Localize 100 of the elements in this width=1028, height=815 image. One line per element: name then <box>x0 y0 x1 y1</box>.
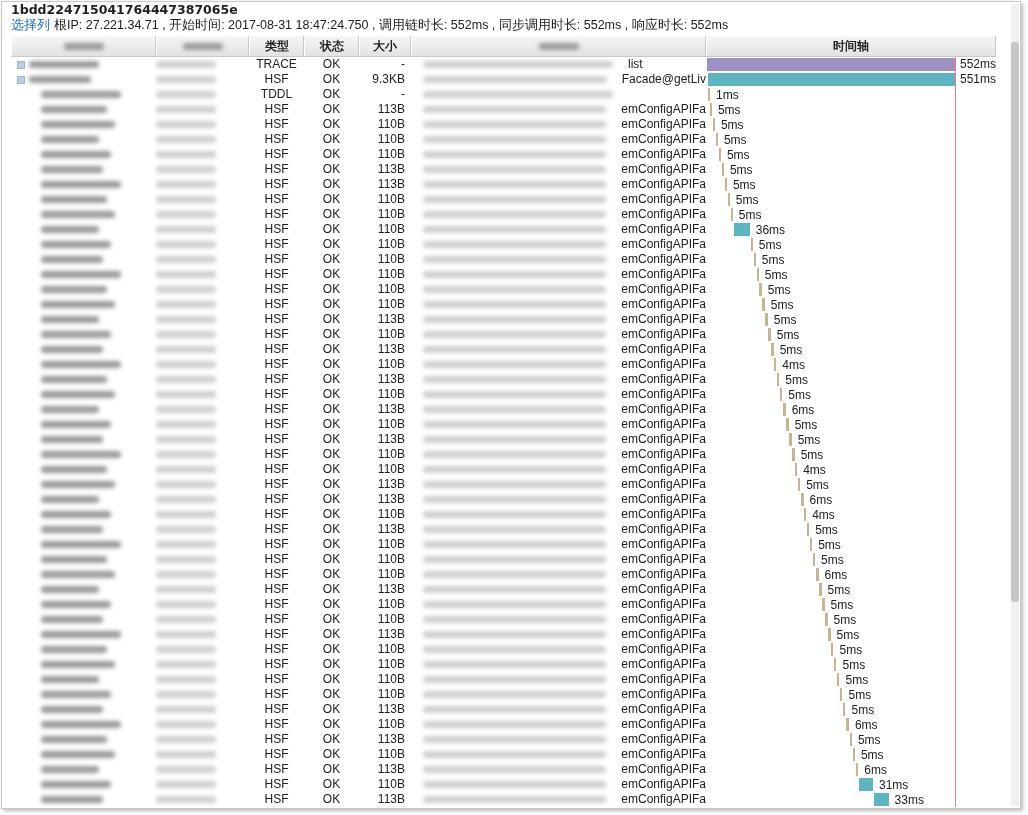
duration-label: 5ms <box>821 553 844 568</box>
blurred-text <box>156 526 216 533</box>
table-cell: 113B <box>377 342 405 357</box>
table-cell: 110B <box>377 552 405 567</box>
column-header[interactable]: 时间轴 <box>706 36 996 56</box>
blurred-text <box>156 601 216 608</box>
table-cell: emConfigAPIFa <box>621 492 706 507</box>
table-cell: emConfigAPIFa <box>621 432 706 447</box>
table-cell: 110B <box>377 657 405 672</box>
blurred-text <box>156 796 216 803</box>
table-cell: OK <box>322 762 341 777</box>
tree-toggle-icon[interactable] <box>17 60 25 69</box>
duration-bar <box>789 433 792 446</box>
table-cell: HSF <box>264 522 289 537</box>
table-cell: HSF <box>264 147 289 162</box>
duration-bar <box>797 478 801 491</box>
table-cell: HSF <box>264 132 289 147</box>
table-cell: OK <box>322 102 341 117</box>
table-cell: emConfigAPIFa <box>621 147 706 162</box>
table-cell: emConfigAPIFa <box>621 372 706 387</box>
table-cell: HSF <box>264 627 289 642</box>
column-header[interactable] <box>156 36 249 56</box>
select-columns-link[interactable]: 选择列 <box>11 18 50 32</box>
trace-summary: 根IP: 27.221.34.71 , 开始时间: 2017-08-31 18:47:24.750 , 调用链时长: 552ms , 同步调用时长: 552ms , 响应时长: 552ms <box>54 18 729 32</box>
table-cell: OK <box>322 327 341 342</box>
table-cell: HSF <box>264 582 289 597</box>
duration-label: 5ms <box>845 673 869 688</box>
table-cell: OK <box>322 267 341 282</box>
table-cell: 110B <box>377 687 405 702</box>
column-header[interactable] <box>11 36 156 56</box>
table-cell: OK <box>322 702 341 717</box>
duration-bar <box>762 298 765 311</box>
table-cell: OK <box>322 627 341 642</box>
table-cell: OK <box>322 792 341 807</box>
table-cell: 110B <box>377 777 405 792</box>
blurred-text <box>156 256 216 263</box>
blurred-text <box>156 286 216 293</box>
table-cell: emConfigAPIFa <box>621 567 706 582</box>
column-header[interactable]: 状态 <box>304 36 359 56</box>
table-cell: HSF <box>264 357 289 372</box>
duration-label: 5ms <box>806 478 829 493</box>
duration-label: 5ms <box>758 238 782 253</box>
table-cell: emConfigAPIFa <box>621 447 706 462</box>
table-cell: OK <box>322 747 341 762</box>
table-cell: OK <box>322 252 341 267</box>
duration-label: 5ms <box>732 178 756 193</box>
column-header[interactable] <box>411 36 706 56</box>
table-cell: emConfigAPIFa <box>621 417 706 432</box>
scroll-thumb[interactable] <box>1011 42 1019 602</box>
table-cell: 110B <box>377 297 405 312</box>
table-cell: 113B <box>377 492 405 507</box>
table-cell: emConfigAPIFa <box>621 357 706 372</box>
column-header[interactable]: 大小 <box>359 36 411 56</box>
table-cell: HSF <box>264 537 289 552</box>
duration-bar <box>873 793 889 806</box>
duration-bar <box>822 598 825 611</box>
table-cell: HSF <box>264 387 289 402</box>
scrollbar[interactable] <box>1011 4 1019 806</box>
table-cell: emConfigAPIFa <box>621 582 706 597</box>
blurred-text <box>156 451 216 458</box>
blurred-text <box>156 541 216 548</box>
table-cell: OK <box>322 582 341 597</box>
table-cell: HSF <box>264 102 289 117</box>
blurred-text <box>156 676 216 683</box>
table-cell: 110B <box>377 417 405 432</box>
duration-label: 5ms <box>761 253 785 268</box>
duration-label: 5ms <box>836 628 860 643</box>
table-cell: OK <box>322 177 341 192</box>
table-cell: 110B <box>377 192 405 207</box>
table-cell: 110B <box>377 237 405 252</box>
duration-label: 5ms <box>815 523 838 538</box>
column-header[interactable]: 类型 <box>249 36 304 56</box>
duration-label: 5ms <box>818 538 841 553</box>
duration-bar <box>855 763 859 776</box>
table-cell: OK <box>322 297 341 312</box>
table-cell: HSF <box>264 177 289 192</box>
table-cell: emConfigAPIFa <box>621 282 706 297</box>
blurred-text <box>156 331 216 338</box>
duration-label: 551ms <box>959 72 996 87</box>
table-cell: emConfigAPIFa <box>621 327 706 342</box>
table-cell: OK <box>322 207 341 222</box>
table-cell: - <box>401 87 405 102</box>
table-cell: 110B <box>377 747 405 762</box>
duration-bar <box>792 448 795 461</box>
duration-bar <box>828 628 831 641</box>
table-cell: HSF <box>264 282 289 297</box>
duration-bar <box>727 193 730 206</box>
table-cell: OK <box>322 462 341 477</box>
table-cell: OK <box>322 717 341 732</box>
table-cell: 110B <box>377 672 405 687</box>
tree-toggle-icon[interactable] <box>17 75 25 84</box>
blurred-text <box>156 181 216 188</box>
duration-label: 5ms <box>717 103 741 118</box>
table-cell: emConfigAPIFa <box>621 522 706 537</box>
table-cell: OK <box>322 72 341 87</box>
table-cell: HSF <box>264 432 289 447</box>
duration-label: 5ms <box>860 748 884 763</box>
table-cell: HSF <box>264 372 289 387</box>
table-cell: emConfigAPIFa <box>621 537 706 552</box>
duration-bar <box>815 568 819 581</box>
